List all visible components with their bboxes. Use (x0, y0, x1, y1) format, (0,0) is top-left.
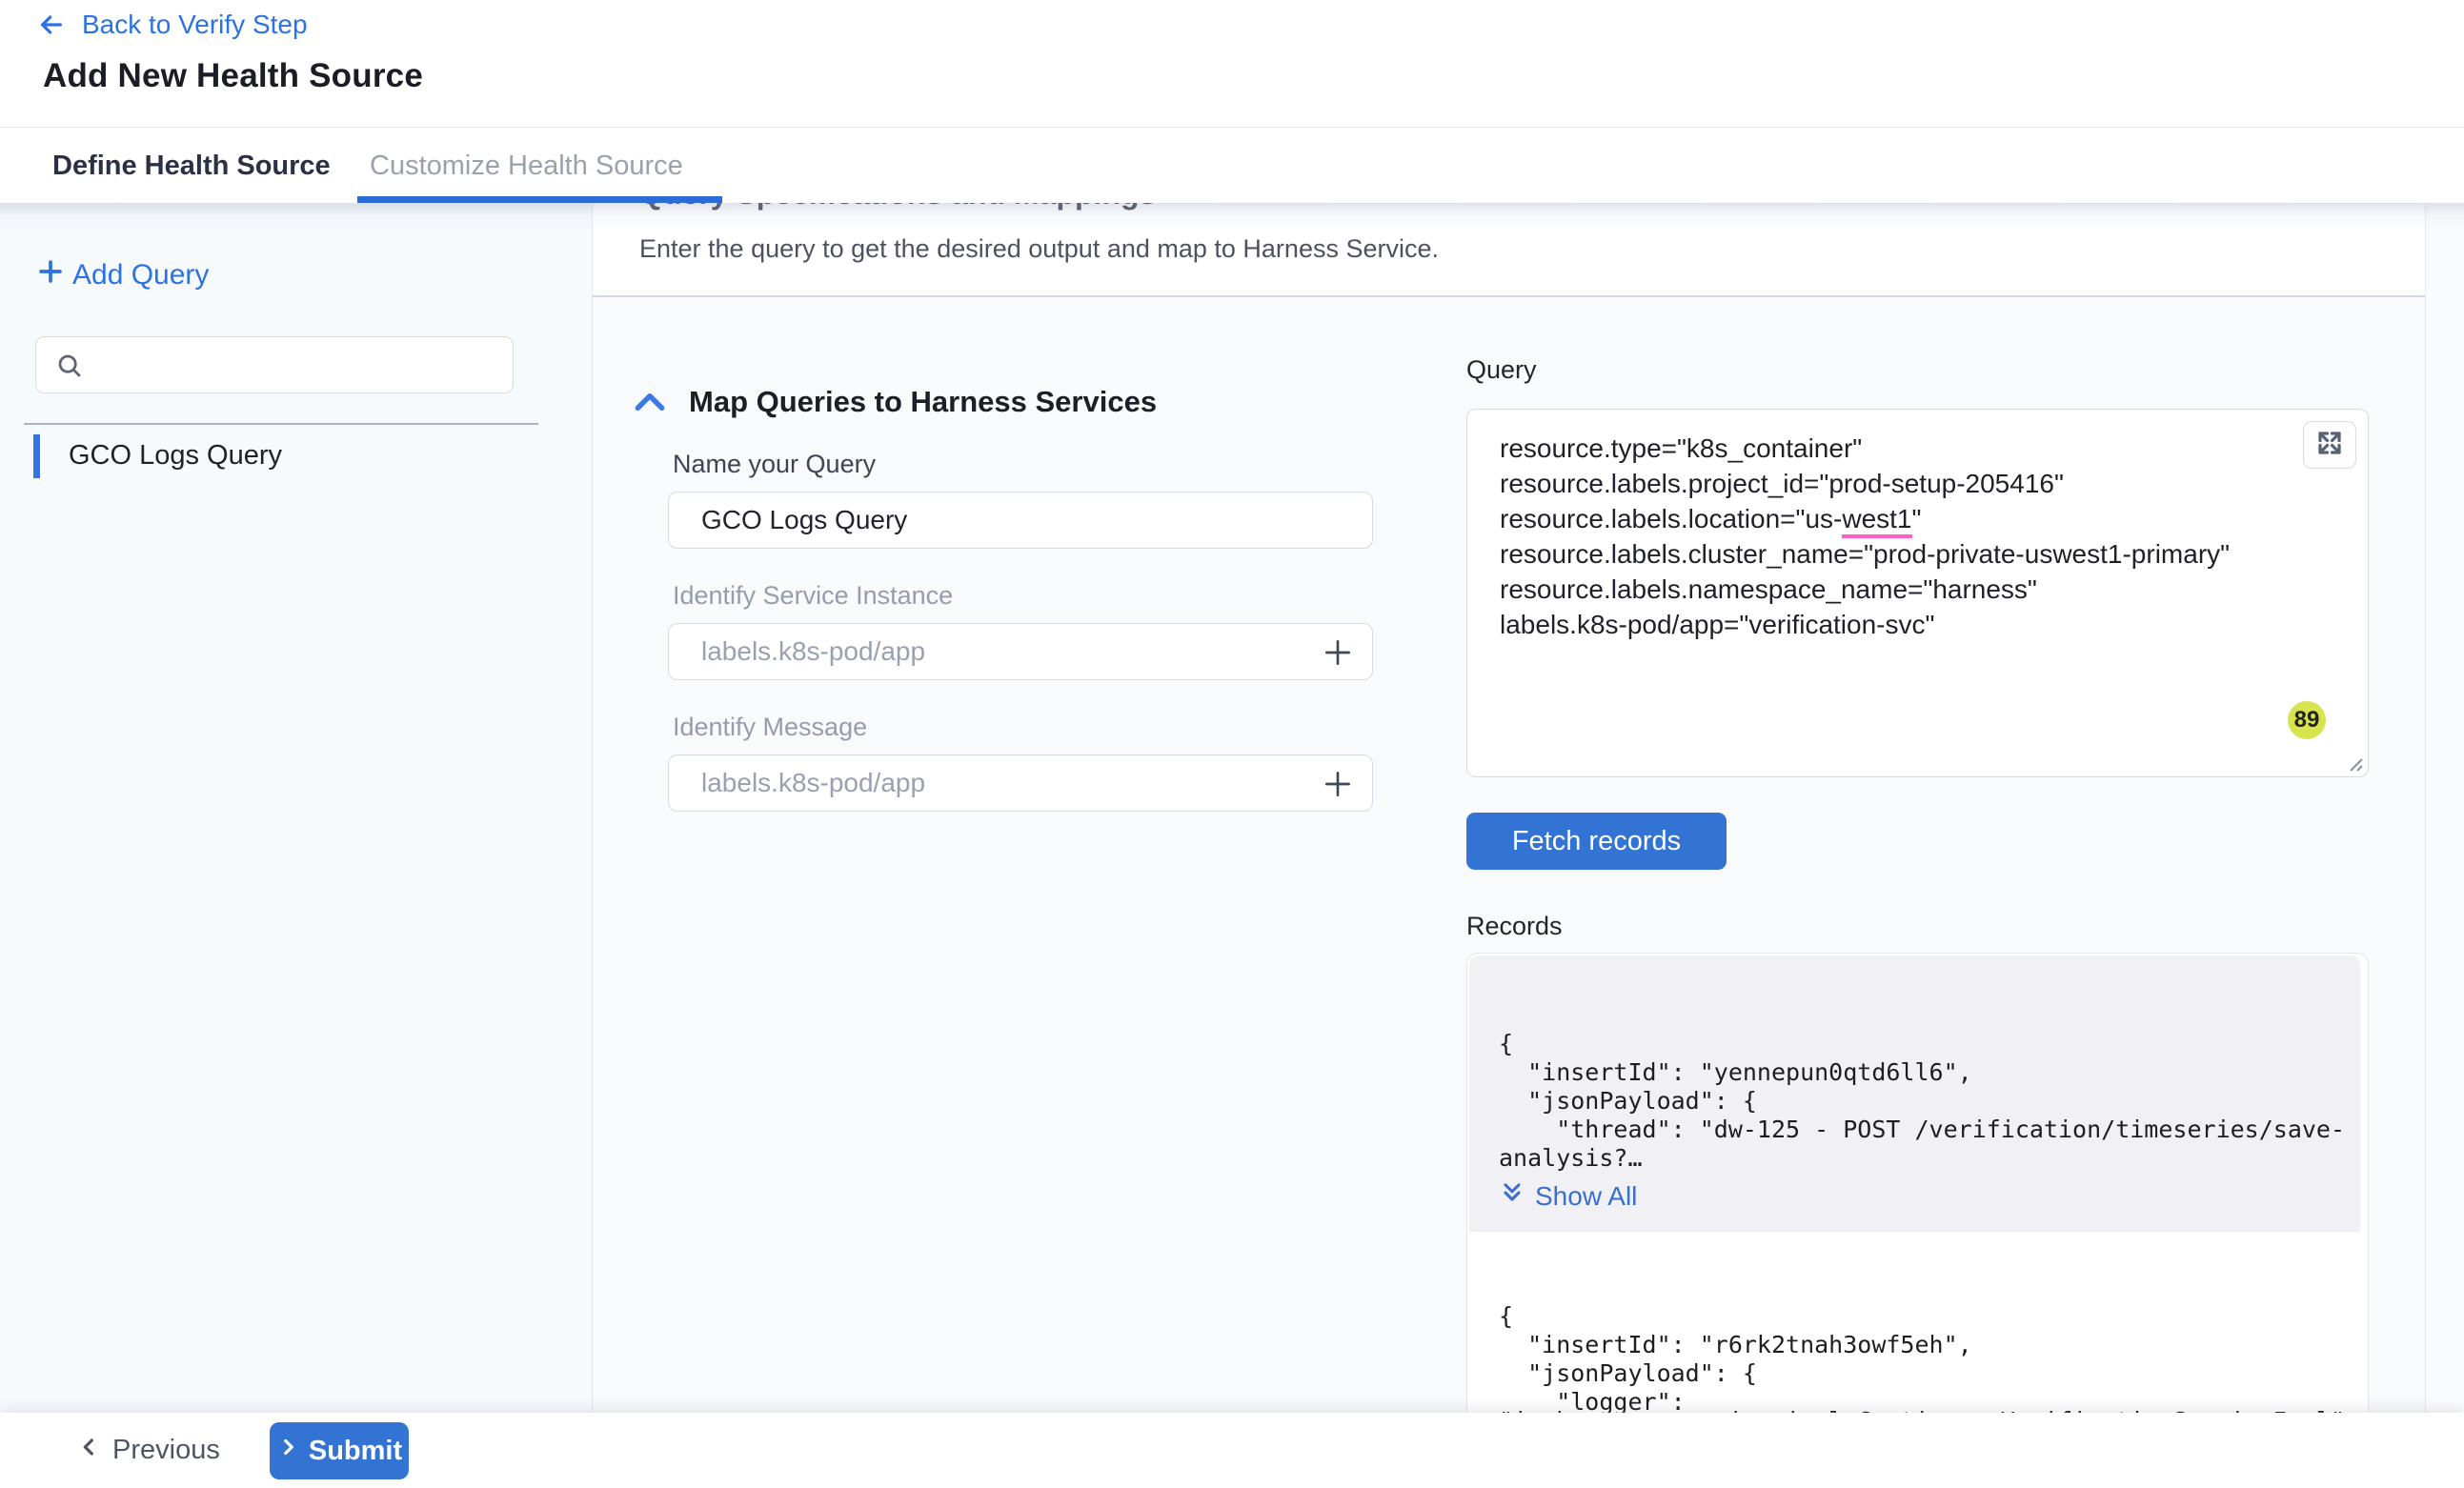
fetch-records-button[interactable]: Fetch records (1466, 813, 1727, 870)
query-textarea[interactable]: resource.type="k8s_container"resource.la… (1466, 409, 2369, 777)
previous-label: Previous (112, 1435, 220, 1466)
name-query-field (668, 492, 1373, 549)
records-label: Records (1466, 912, 1563, 941)
service-instance-field (668, 623, 1373, 680)
service-instance-input[interactable] (669, 624, 1372, 679)
chevron-up-icon[interactable] (632, 388, 668, 421)
expand-query-button[interactable] (2303, 421, 2356, 469)
spellcheck-underline: west1 (1842, 504, 1911, 538)
chevron-double-down-icon (1499, 1179, 1525, 1213)
right-gutter (2427, 203, 2464, 1413)
add-service-instance-plus-icon[interactable] (1319, 633, 1357, 672)
add-query-label: Add Query (72, 259, 209, 292)
records-panel: { "insertId": "yennepun0qtd6ll6", "jsonP… (1466, 953, 2369, 1413)
sidebar-divider (24, 423, 538, 425)
plus-icon (34, 255, 67, 295)
name-query-input[interactable] (669, 493, 1372, 548)
query-list-item-gco-logs[interactable]: GCO Logs Query (0, 434, 593, 478)
tab-define-health-source[interactable]: Define Health Source (52, 128, 331, 204)
app-header: Back to Verify Step Add New Health Sourc… (0, 0, 2464, 127)
query-search-box (35, 336, 514, 393)
section-title: Query Specifications and Mappings (639, 203, 1156, 211)
tab-customize-health-source[interactable]: Customize Health Source (370, 128, 683, 204)
submit-label: Submit (309, 1436, 402, 1467)
name-query-label: Name your Query (673, 450, 876, 479)
section-subtitle: Enter the query to get the desired outpu… (639, 234, 1439, 264)
search-input[interactable] (95, 337, 505, 392)
active-tab-underline (357, 196, 722, 203)
main-content: Query Specifications and Mappings Enter … (593, 203, 2426, 1413)
previous-button[interactable]: Previous (76, 1413, 220, 1488)
record-json-text: { "insertId": "yennepun0qtd6ll6", "jsonP… (1499, 1030, 2345, 1173)
show-all-link[interactable]: Show All (1499, 1179, 1637, 1213)
resize-handle[interactable] (2343, 752, 2364, 773)
back-to-verify-step-link[interactable]: Back to Verify Step (36, 10, 308, 40)
submit-button[interactable]: Submit (270, 1422, 409, 1479)
add-message-plus-icon[interactable] (1319, 765, 1357, 803)
query-label: Query (1466, 355, 1537, 385)
tab-bar: Define Health Source Customize Health So… (0, 127, 2464, 203)
page-title: Add New Health Source (43, 57, 423, 95)
add-query-button[interactable]: Add Query (34, 255, 209, 295)
back-link-label: Back to Verify Step (82, 10, 308, 40)
char-count-badge: 89 (2288, 701, 2326, 739)
query-sidebar: Add Query GCO Logs Query (0, 203, 593, 1413)
query-text: resource.type="k8s_container"resource.la… (1500, 431, 2282, 642)
map-queries-heading: Map Queries to Harness Services (689, 385, 1157, 419)
selected-query-indicator (33, 434, 40, 478)
query-item-label: GCO Logs Query (69, 440, 282, 472)
expand-icon (2315, 429, 2344, 462)
chevron-right-icon (276, 1435, 301, 1467)
service-instance-label: Identify Service Instance (673, 581, 953, 611)
record-json-text: { "insertId": "r6rk2tnah3owf5eh", "jsonP… (1499, 1302, 1972, 1413)
arrow-left-icon (36, 10, 67, 40)
query-mapping-panel: Map Queries to Harness Services Name you… (593, 297, 2426, 1413)
footer-bar: Previous Submit (0, 1413, 2464, 1488)
chevron-left-icon (76, 1434, 103, 1468)
identify-message-input[interactable] (669, 755, 1372, 811)
show-all-label: Show All (1535, 1181, 1637, 1212)
add-health-source-page: Back to Verify Step Add New Health Sourc… (0, 0, 2464, 1488)
record-card[interactable]: { "insertId": "yennepun0qtd6ll6", "jsonP… (1469, 955, 2360, 1232)
identify-message-label: Identify Message (673, 713, 867, 742)
identify-message-field (668, 754, 1373, 812)
